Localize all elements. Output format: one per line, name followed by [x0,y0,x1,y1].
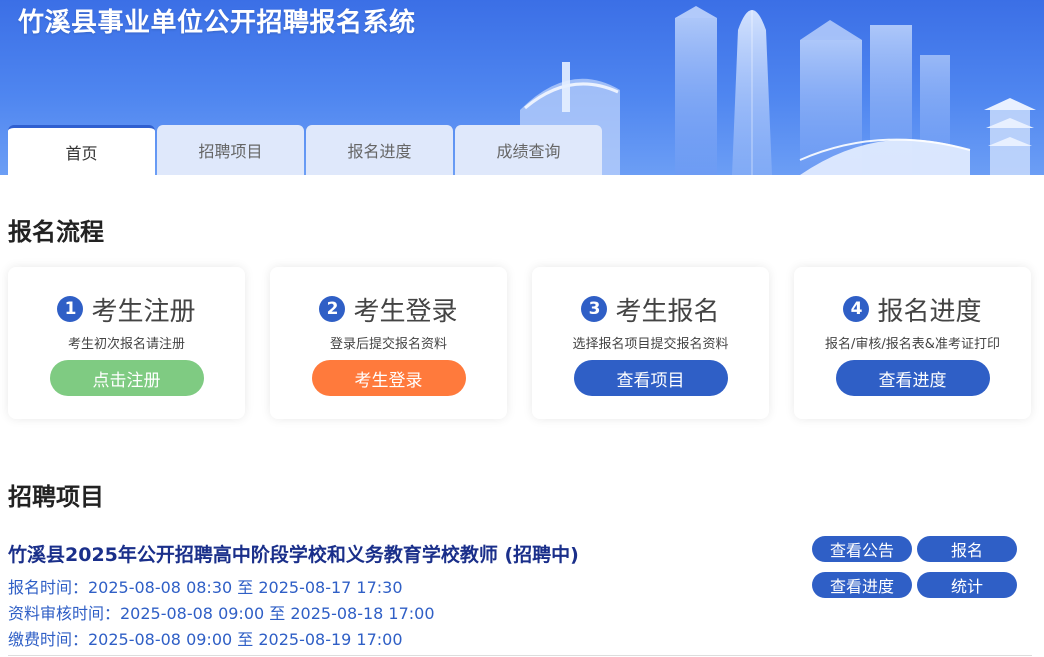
statistics-button[interactable]: 统计 [917,572,1017,598]
step-title: 考生报名 [615,296,720,327]
step-title: 报名进度 [877,296,982,327]
step-description: 报名/审核/报名表&准考证打印 [825,337,1000,352]
recruit-title-link[interactable]: 竹溪县2025年公开招聘高中阶段学校和义务教育学校教师 (招聘中) [8,540,579,567]
tab-score-query-label: 成绩查询 [496,142,561,161]
step-description: 选择报名项目提交报名资料 [572,337,729,352]
apply-button[interactable]: 报名 [917,536,1017,562]
process-heading: 报名流程 [8,218,104,246]
tab-score-query[interactable]: 成绩查询 [455,125,602,175]
payment-time: 缴费时间：2025-08-08 09:00 至 2025-08-19 17:00 [8,630,403,649]
tab-home[interactable]: 首页 [8,125,155,175]
step-title: 考生注册 [91,296,196,327]
step-head: 2 考生登录 [319,293,458,327]
step-number-badge: 1 [57,296,84,322]
step-number-badge: 4 [843,296,870,322]
tab-apply-progress-label: 报名进度 [347,142,412,161]
step-card-register: 1 考生注册 考生初次报名请注册 点击注册 [8,267,245,419]
view-progress-button[interactable]: 查看进度 [812,572,912,598]
step-head: 4 报名进度 [843,293,982,327]
projects-heading: 招聘项目 [8,483,104,511]
step-card-login: 2 考生登录 登录后提交报名资料 考生登录 [270,267,507,419]
registration-time: 报名时间：2025-08-08 08:30 至 2025-08-17 17:30 [8,578,403,597]
view-notice-button[interactable]: 查看公告 [812,536,912,562]
register-button[interactable]: 点击注册 [49,360,204,396]
step-description: 考生初次报名请注册 [67,337,185,352]
step-description: 登录后提交报名资料 [329,337,447,352]
process-steps: 1 考生注册 考生初次报名请注册 点击注册 2 考生登录 登录后提交报名资料 考… [8,267,1032,419]
main-tabs: 首页 招聘项目 报名进度 成绩查询 [8,125,602,175]
review-time: 资料审核时间：2025-08-08 09:00 至 2025-08-18 17:… [8,604,435,623]
step-card-apply: 3 考生报名 选择报名项目提交报名资料 查看项目 [532,267,769,419]
step-head: 1 考生注册 [57,293,196,327]
header-banner: 竹溪县事业单位公开招聘报名系统 首页 招聘项目 报名进度 成绩查询 [0,0,1044,175]
recruit-item: 竹溪县2025年公开招聘高中阶段学校和义务教育学校教师 (招聘中) 报名时间：2… [8,536,1032,656]
tab-recruit-projects-label: 招聘项目 [198,142,263,161]
site-title: 竹溪县事业单位公开招聘报名系统 [18,8,416,38]
step-number-badge: 2 [319,296,346,322]
tab-apply-progress[interactable]: 报名进度 [306,125,453,175]
login-button[interactable]: 考生登录 [311,360,466,396]
step-card-progress: 4 报名进度 报名/审核/报名表&准考证打印 查看进度 [794,267,1031,419]
step-title: 考生登录 [353,296,458,327]
tab-recruit-projects[interactable]: 招聘项目 [157,125,304,175]
step-head: 3 考生报名 [581,293,720,327]
view-projects-button[interactable]: 查看项目 [573,360,728,396]
tab-home-label: 首页 [65,143,98,163]
step-number-badge: 3 [581,296,608,322]
view-progress-button[interactable]: 查看进度 [835,360,990,396]
